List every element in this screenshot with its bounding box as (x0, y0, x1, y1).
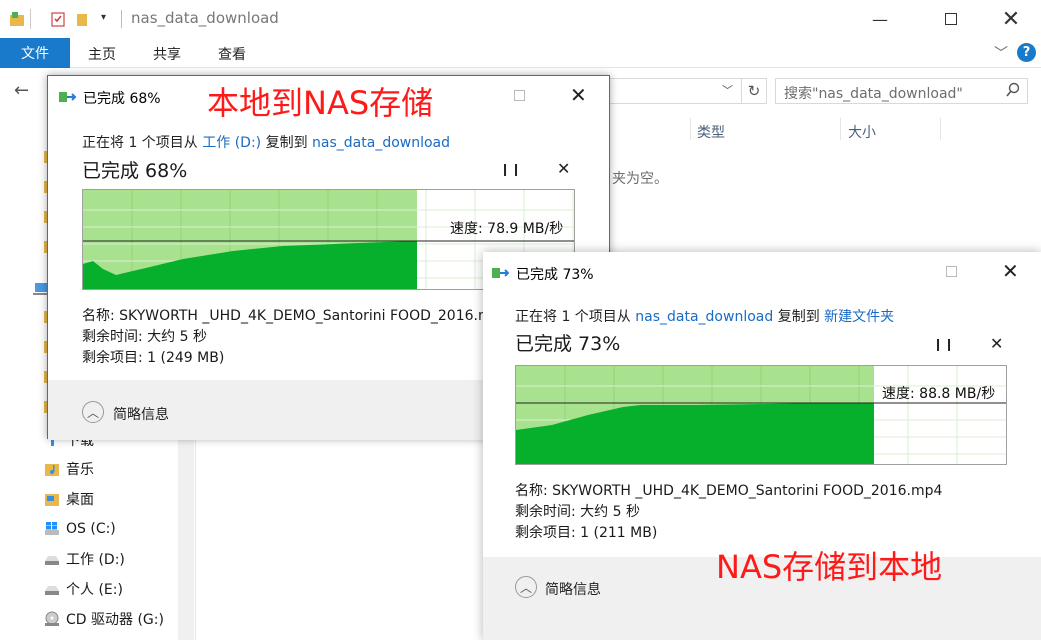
annotation-upload: 本地到NAS存储 (207, 84, 434, 122)
pause-button[interactable]: ❙❙ (933, 337, 955, 351)
source-link[interactable]: 工作 (D:) (202, 135, 261, 151)
customize-toolbar-icon[interactable]: ▾ (101, 12, 106, 23)
sidebar-item-music[interactable]: 音乐 (44, 458, 94, 480)
pause-button[interactable]: ❙❙ (500, 162, 522, 176)
column-divider[interactable] (840, 118, 841, 140)
sidebar-item-label: 工作 (D:) (66, 552, 125, 568)
drive-icon (45, 586, 59, 595)
sidebar-item-label: OS (C:) (66, 521, 116, 537)
items-remaining: 剩余项目: 1 (249 MB) (82, 350, 225, 366)
speed-graph (515, 365, 1007, 465)
column-divider[interactable] (940, 118, 941, 140)
properties-icon[interactable] (50, 11, 66, 27)
copy-description: 正在将 1 个项目从 nas_data_download 复制到 新建文件夹 (515, 306, 894, 326)
file-name: 名称: SKYWORTH _UHD_4K_DEMO_Santorini FOOD… (82, 308, 484, 324)
sidebar-item-os-c[interactable]: OS (C:) (44, 518, 116, 540)
sidebar-item-work-d[interactable]: 工作 (D:) (44, 548, 125, 570)
speed-label: 速度: 88.8 MB/秒 (882, 386, 996, 402)
sidebar-item-desktop[interactable]: 桌面 (44, 488, 94, 510)
cancel-button[interactable]: ✕ (990, 334, 1003, 353)
refresh-icon[interactable]: ↻ (741, 78, 767, 104)
copy-prefix: 正在将 1 个项目从 (82, 135, 203, 151)
tab-home[interactable]: 主页 (88, 44, 116, 64)
source-link[interactable]: nas_data_download (635, 309, 773, 325)
new-folder-icon[interactable] (75, 11, 91, 27)
ribbon: 文件 主页 共享 查看 ﹀ ? (0, 38, 1041, 68)
search-input[interactable]: 搜索"nas_data_download" (775, 78, 1028, 104)
time-remaining: 剩余时间: 大约 5 秒 (82, 329, 207, 345)
close-button[interactable]: ✕ (1002, 259, 1019, 283)
empty-folder-message: 夹为空。 (612, 171, 668, 187)
minimize-button[interactable]: — (857, 0, 903, 38)
search-placeholder: 搜索"nas_data_download" (784, 86, 963, 102)
back-arrow-icon[interactable]: ← (14, 80, 29, 101)
tab-view[interactable]: 查看 (218, 44, 246, 64)
music-icon (45, 464, 59, 476)
copy-mid: 复制到 (261, 135, 313, 151)
destination-link[interactable]: 新建文件夹 (824, 309, 894, 325)
cancel-button[interactable]: ✕ (557, 159, 570, 178)
title-bar: ▾ nas_data_download — ✕ (0, 0, 1041, 38)
tab-file[interactable]: 文件 (0, 38, 70, 68)
sidebar-item-label: 个人 (E:) (66, 582, 123, 598)
expand-ribbon-icon[interactable]: ﹀ (994, 43, 1008, 63)
windows-drive-icon (45, 522, 59, 535)
sidebar-item-label: CD 驱动器 (G:) (66, 612, 164, 628)
details-toggle-label[interactable]: 简略信息 (113, 404, 169, 424)
search-icon[interactable] (1005, 82, 1021, 98)
items-remaining: 剩余项目: 1 (211 MB) (515, 525, 658, 541)
copy-description: 正在将 1 个项目从 工作 (D:) 复制到 nas_data_download (82, 132, 450, 152)
title-separator (121, 10, 122, 28)
address-history-dropdown[interactable]: ﹀ (722, 82, 733, 98)
sidebar-item-personal-e[interactable]: 个人 (E:) (44, 578, 123, 600)
copy-prefix: 正在将 1 个项目从 (515, 309, 636, 325)
maximize-button[interactable] (946, 266, 957, 277)
close-button[interactable]: ✕ (570, 83, 587, 107)
destination-link[interactable]: nas_data_download (312, 135, 450, 151)
cd-drive-icon (45, 611, 59, 626)
desktop-icon (45, 494, 59, 506)
percent-complete: 已完成 73% (515, 333, 621, 355)
help-icon[interactable]: ? (1017, 43, 1036, 62)
percent-complete: 已完成 68% (82, 160, 188, 182)
window-title: nas_data_download (131, 9, 279, 27)
column-divider[interactable] (690, 118, 691, 140)
explorer-app-icon (10, 12, 24, 26)
speed-label: 速度: 78.9 MB/秒 (450, 221, 564, 237)
column-headers: 类型 大小 (606, 114, 1041, 144)
sidebar-item-cd-drive[interactable]: CD 驱动器 (G:) (44, 608, 164, 630)
file-name: 名称: SKYWORTH _UHD_4K_DEMO_Santorini FOOD… (515, 483, 943, 499)
sidebar-item-label: 音乐 (66, 462, 94, 478)
maximize-button[interactable] (928, 0, 974, 38)
drive-icon (45, 556, 59, 565)
close-button[interactable]: ✕ (988, 0, 1034, 38)
maximize-button[interactable] (514, 90, 525, 101)
copy-mid: 复制到 (773, 309, 825, 325)
tab-share[interactable]: 共享 (153, 44, 181, 64)
speed-graph-svg (516, 366, 1006, 464)
copy-progress-icon (59, 92, 77, 102)
collapse-details-icon[interactable]: ︿ (515, 576, 537, 598)
annotation-download: NAS存储到本地 (716, 548, 943, 586)
dialog-title: 已完成 73% (516, 267, 594, 283)
column-type[interactable]: 类型 (697, 122, 725, 142)
copy-progress-icon (492, 268, 510, 278)
dialog-title: 已完成 68% (83, 91, 161, 107)
time-remaining: 剩余时间: 大约 5 秒 (515, 504, 640, 520)
column-size[interactable]: 大小 (848, 122, 876, 142)
details-toggle-label[interactable]: 简略信息 (545, 579, 601, 599)
collapse-details-icon[interactable]: ︿ (82, 401, 104, 423)
sidebar-item-label: 桌面 (66, 492, 94, 508)
